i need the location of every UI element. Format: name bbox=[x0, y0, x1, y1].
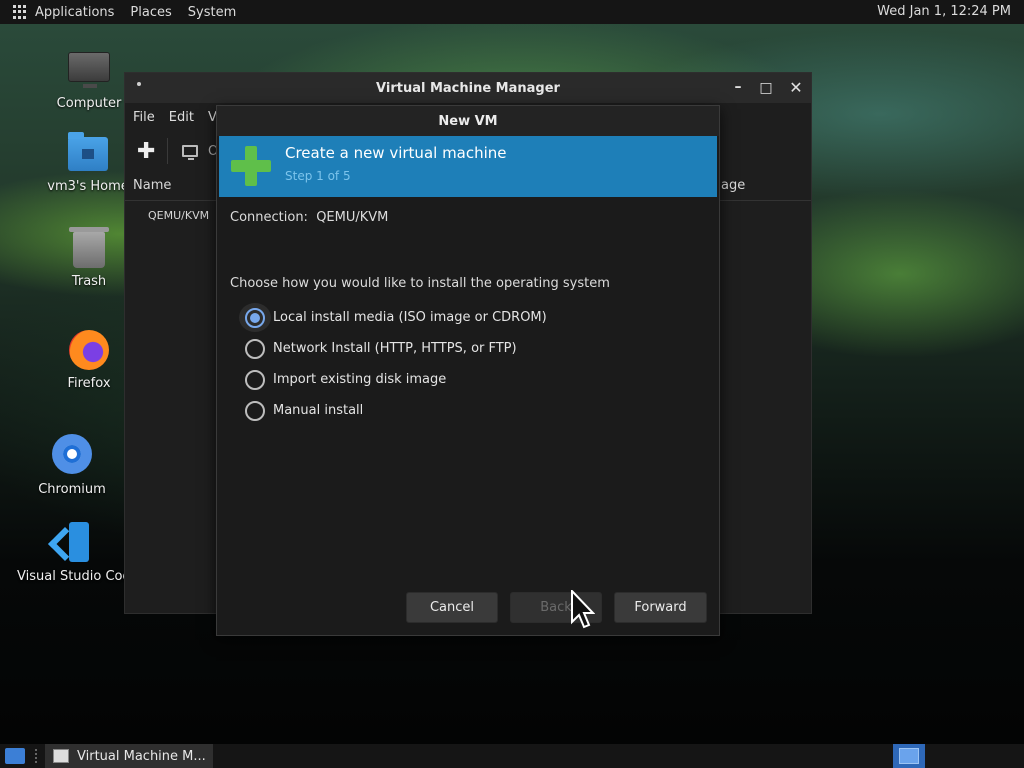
workspace-1-icon[interactable] bbox=[899, 748, 919, 764]
forward-button[interactable]: Forward bbox=[614, 592, 707, 623]
minimize-icon[interactable]: – bbox=[729, 78, 747, 96]
apps-grid-icon[interactable] bbox=[13, 5, 27, 19]
radio-unchecked-icon[interactable] bbox=[245, 369, 265, 390]
chromium-icon bbox=[52, 434, 92, 474]
menu-system[interactable]: System bbox=[188, 5, 236, 20]
menu-file[interactable]: File bbox=[133, 110, 155, 125]
panel-handle-icon bbox=[35, 749, 39, 763]
menu-edit[interactable]: Edit bbox=[169, 110, 194, 125]
install-prompt: Choose how you would like to install the… bbox=[230, 276, 610, 291]
new-vm-plus-icon bbox=[231, 146, 271, 186]
close-icon[interactable]: ✕ bbox=[787, 79, 805, 97]
vscode-icon bbox=[51, 522, 91, 562]
menu-applications[interactable]: Applications bbox=[35, 5, 114, 20]
taskbar-item-label: Virtual Machine M... bbox=[77, 748, 206, 764]
desktop-icon-label: Chromium bbox=[38, 482, 106, 497]
menu-places[interactable]: Places bbox=[130, 5, 171, 20]
option-manual-install[interactable]: Manual install bbox=[245, 395, 547, 426]
home-folder-icon bbox=[68, 132, 108, 171]
window-menu-icon[interactable] bbox=[137, 82, 141, 86]
radio-unchecked-icon[interactable] bbox=[245, 338, 265, 359]
option-label[interactable]: Local install media (ISO image or CDROM) bbox=[273, 310, 547, 325]
connection-label: Connection: bbox=[230, 210, 308, 225]
desktop-icon-chromium[interactable]: Chromium bbox=[17, 434, 127, 497]
window-title: Virtual Machine Manager bbox=[376, 80, 560, 96]
column-name[interactable]: Name bbox=[133, 178, 171, 193]
connection-value: QEMU/KVM bbox=[316, 210, 389, 225]
cancel-button[interactable]: Cancel bbox=[406, 592, 498, 623]
top-panel: Applications Places System Wed Jan 1, 12… bbox=[0, 0, 1024, 24]
radio-checked-icon[interactable] bbox=[245, 307, 265, 328]
banner-step: Step 1 of 5 bbox=[285, 169, 351, 183]
option-label[interactable]: Manual install bbox=[273, 403, 363, 418]
column-usage[interactable]: age bbox=[721, 178, 745, 193]
mouse-cursor-icon bbox=[571, 590, 595, 629]
install-method-options: Local install media (ISO image or CDROM)… bbox=[239, 302, 547, 426]
taskbar-item-vmm[interactable]: Virtual Machine M... bbox=[45, 744, 213, 768]
connection-info: Connection: QEMU/KVM bbox=[230, 210, 388, 225]
dialog-banner: Create a new virtual machine Step 1 of 5 bbox=[219, 136, 717, 197]
option-label[interactable]: Import existing disk image bbox=[273, 372, 446, 387]
option-local-media[interactable]: Local install media (ISO image or CDROM) bbox=[239, 302, 547, 333]
new-vm-dialog: New VM Create a new virtual machine Step… bbox=[216, 105, 720, 636]
desktop-icon-label: Visual Studio Cod bbox=[17, 569, 125, 584]
toolbar-separator bbox=[167, 138, 168, 164]
clock[interactable]: Wed Jan 1, 12:24 PM bbox=[877, 4, 1011, 19]
new-vm-plus-icon[interactable]: ✚ bbox=[137, 139, 159, 164]
radio-unchecked-icon[interactable] bbox=[245, 400, 265, 421]
computer-icon bbox=[68, 52, 110, 88]
workspace-switcher[interactable] bbox=[893, 744, 925, 768]
firefox-icon bbox=[69, 330, 109, 370]
vmm-app-icon bbox=[53, 749, 69, 763]
bottom-panel: Virtual Machine M... bbox=[0, 744, 1024, 768]
option-network-install[interactable]: Network Install (HTTP, HTTPS, or FTP) bbox=[245, 333, 547, 364]
option-import-disk[interactable]: Import existing disk image bbox=[245, 364, 547, 395]
maximize-icon[interactable]: □ bbox=[757, 79, 775, 97]
banner-title: Create a new virtual machine bbox=[285, 144, 507, 162]
trash-icon bbox=[69, 227, 109, 268]
option-label[interactable]: Network Install (HTTP, HTTPS, or FTP) bbox=[273, 341, 517, 356]
vmm-titlebar[interactable]: Virtual Machine Manager – □ ✕ bbox=[125, 73, 811, 103]
show-desktop-icon[interactable] bbox=[5, 748, 25, 764]
desktop-icon-vscode[interactable]: Visual Studio Cod bbox=[17, 522, 125, 584]
monitor-icon[interactable] bbox=[182, 145, 198, 160]
dialog-title: New VM bbox=[217, 106, 719, 136]
